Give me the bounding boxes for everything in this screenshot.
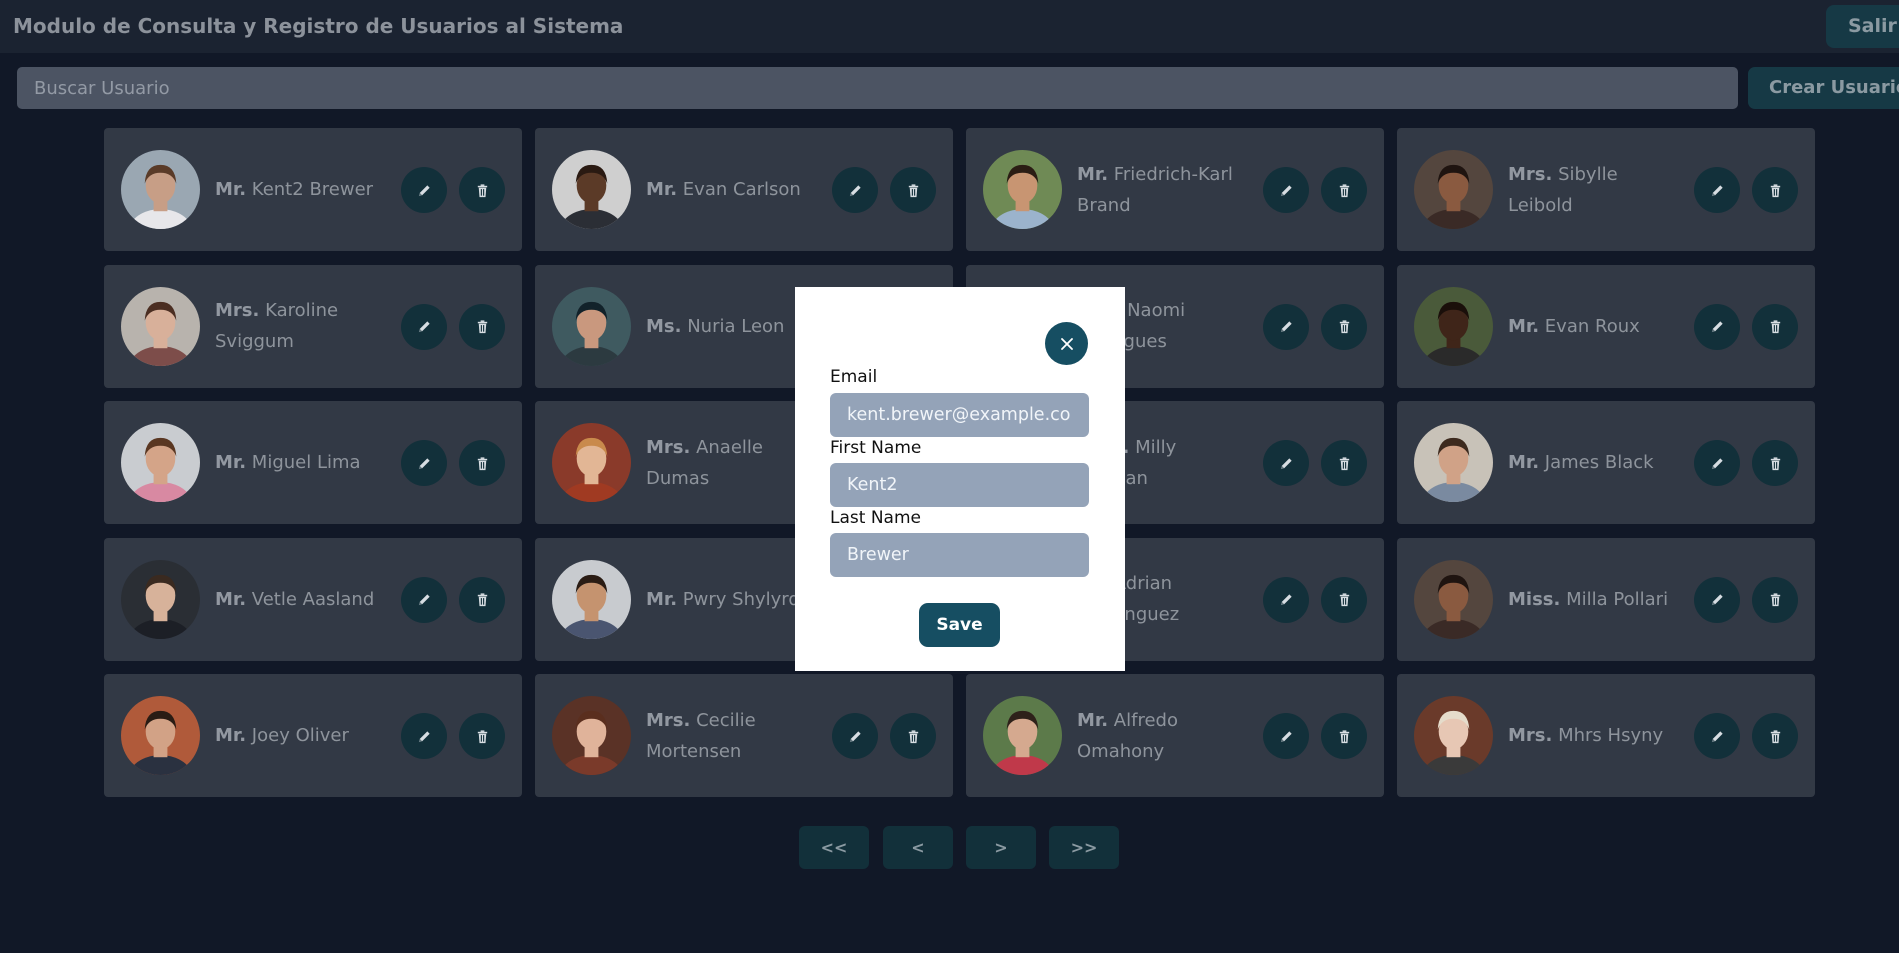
first-name-label: First Name xyxy=(830,438,922,458)
email-field[interactable] xyxy=(830,393,1089,437)
close-icon xyxy=(1060,337,1073,350)
last-name-label: Last Name xyxy=(830,508,921,528)
close-modal-button[interactable] xyxy=(1045,322,1088,365)
save-button[interactable]: Save xyxy=(919,603,1000,647)
first-name-field[interactable] xyxy=(830,463,1089,507)
last-name-field[interactable] xyxy=(830,533,1089,577)
email-label: Email xyxy=(830,367,878,387)
edit-user-modal: Email First Name Last Name Save xyxy=(795,287,1125,671)
modal-backdrop[interactable]: Email First Name Last Name Save xyxy=(0,0,1899,953)
